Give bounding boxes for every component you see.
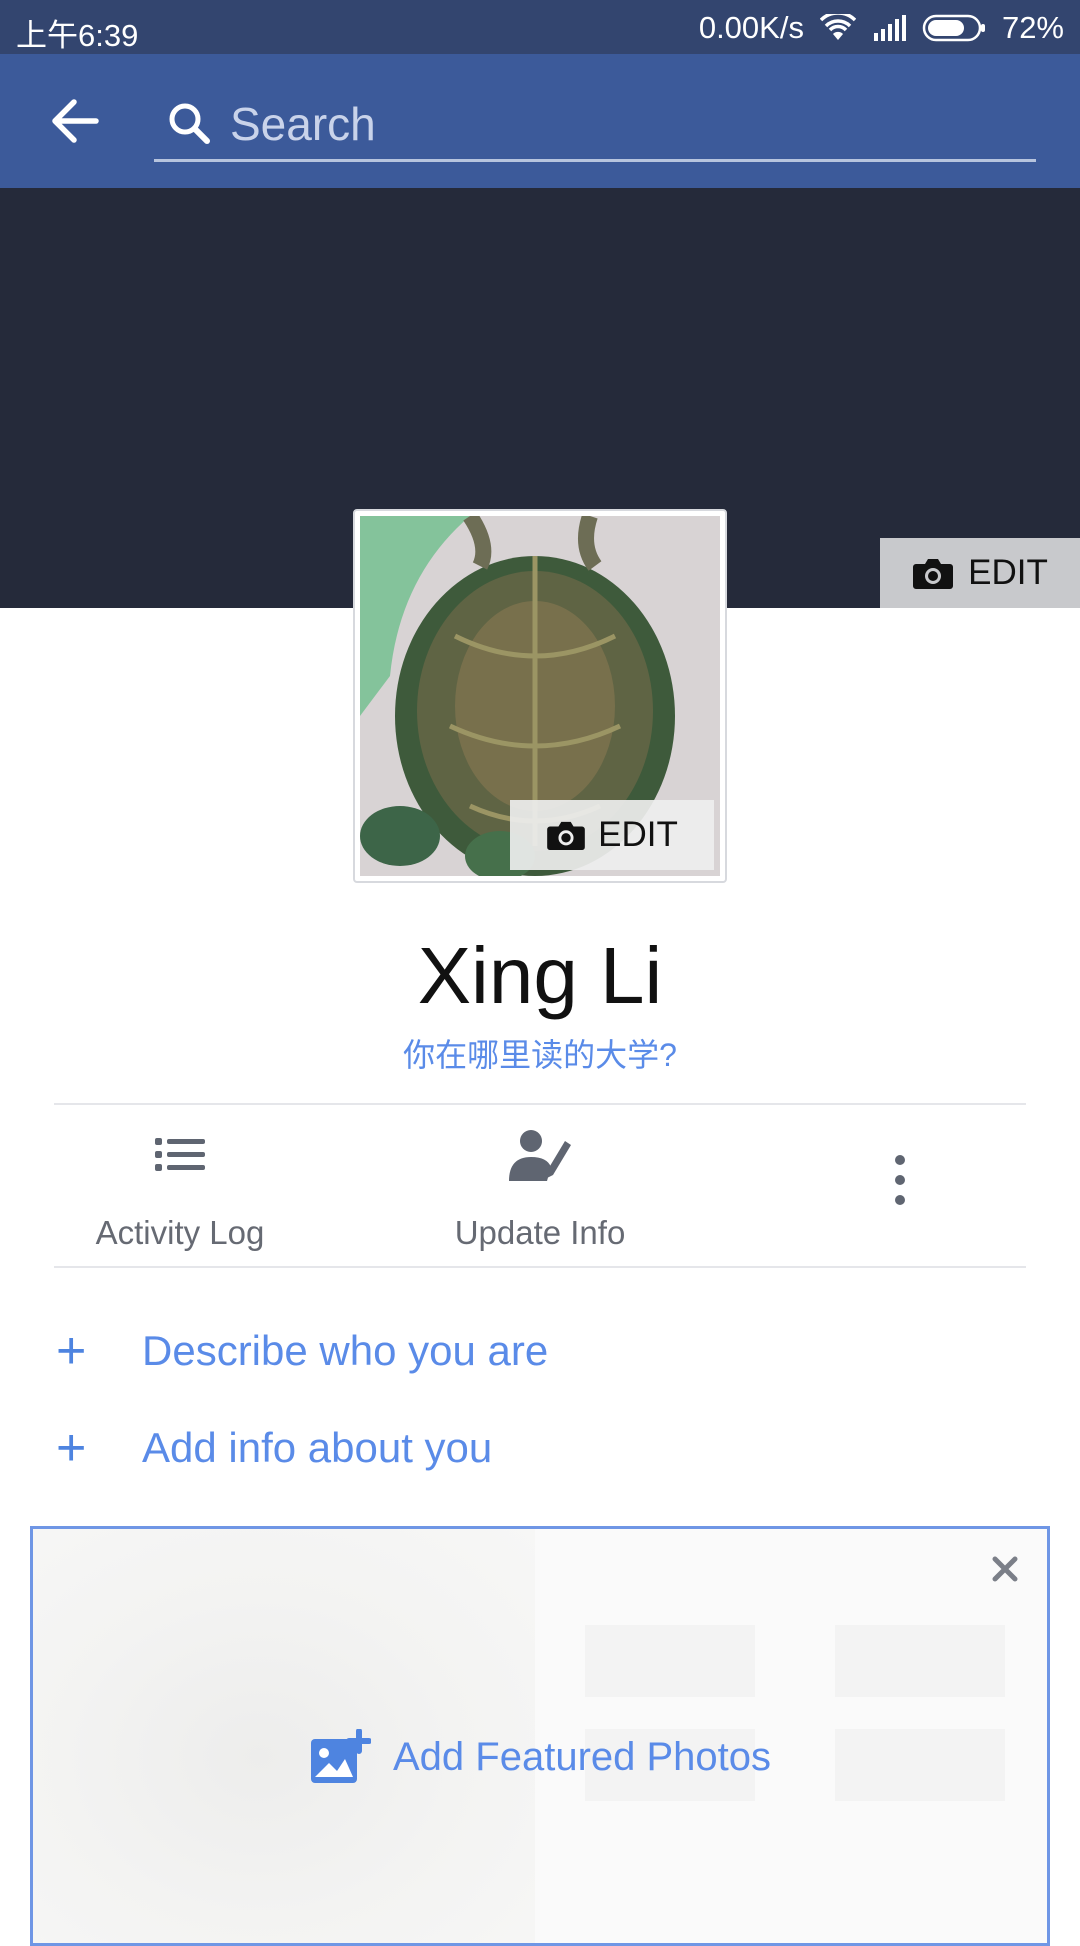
more-options-button[interactable] bbox=[870, 1150, 930, 1220]
activity-log-label: Activity Log bbox=[95, 1214, 265, 1251]
describe-who-you-are-row[interactable]: + Describe who you are bbox=[0, 1306, 1080, 1396]
update-info-label: Update Info bbox=[454, 1214, 626, 1251]
list-icon bbox=[155, 1138, 205, 1171]
back-button[interactable] bbox=[48, 94, 108, 148]
status-indicators: 0.00K/s 72% bbox=[699, 10, 1064, 46]
plus-icon: + bbox=[56, 1419, 87, 1477]
activity-log-button[interactable]: Activity Log bbox=[60, 1120, 300, 1260]
featured-photo-thumb bbox=[585, 1625, 755, 1697]
wifi-icon bbox=[819, 14, 856, 40]
status-bar: 上午6:39 0.00K/s 72% bbox=[0, 0, 1080, 54]
school-prompt-link[interactable]: 你在哪里读的大学? bbox=[0, 1030, 1080, 1076]
camera-icon bbox=[913, 559, 954, 589]
add-featured-photos-button[interactable]: Add Featured Photos bbox=[309, 1729, 771, 1785]
profile-picture-edit-button[interactable]: EDIT bbox=[510, 800, 714, 870]
featured-photo-thumb bbox=[835, 1625, 1005, 1697]
battery-level: 72% bbox=[1001, 10, 1064, 45]
close-icon[interactable] bbox=[985, 1549, 1025, 1589]
cover-edit-label: EDIT bbox=[968, 553, 1048, 592]
add-featured-photos-label: Add Featured Photos bbox=[393, 1734, 772, 1779]
status-time: 上午6:39 bbox=[16, 18, 139, 53]
divider bbox=[54, 1103, 1026, 1105]
add-photo-icon bbox=[311, 1729, 371, 1783]
search-icon bbox=[169, 103, 210, 144]
search-input[interactable] bbox=[230, 96, 1010, 152]
camera-icon bbox=[547, 821, 585, 851]
cover-edit-button[interactable]: EDIT bbox=[880, 538, 1080, 608]
network-speed: 0.00K/s bbox=[698, 10, 804, 45]
search-box[interactable] bbox=[154, 90, 1036, 162]
describe-who-you-are-label: Describe who you are bbox=[142, 1327, 549, 1374]
person-edit-icon bbox=[509, 1130, 571, 1181]
more-vertical-icon bbox=[895, 1155, 905, 1205]
app-bar bbox=[0, 54, 1080, 188]
battery-icon bbox=[922, 14, 985, 42]
featured-photo-thumb bbox=[835, 1729, 1005, 1801]
profile-picture-frame: EDIT bbox=[353, 509, 727, 883]
divider bbox=[54, 1266, 1026, 1268]
update-info-button[interactable]: Update Info bbox=[420, 1120, 660, 1260]
profile-picture-edit-label: EDIT bbox=[598, 815, 678, 854]
signal-icon bbox=[873, 15, 906, 41]
featured-photos-card[interactable]: Add Featured Photos bbox=[30, 1526, 1050, 1946]
plus-icon: + bbox=[56, 1322, 87, 1380]
add-info-row[interactable]: + Add info about you bbox=[0, 1403, 1080, 1493]
arrow-left-icon bbox=[52, 99, 99, 143]
add-info-label: Add info about you bbox=[142, 1424, 493, 1471]
profile-name: Xing Li bbox=[417, 931, 663, 1020]
profile-picture[interactable]: EDIT bbox=[360, 516, 720, 876]
